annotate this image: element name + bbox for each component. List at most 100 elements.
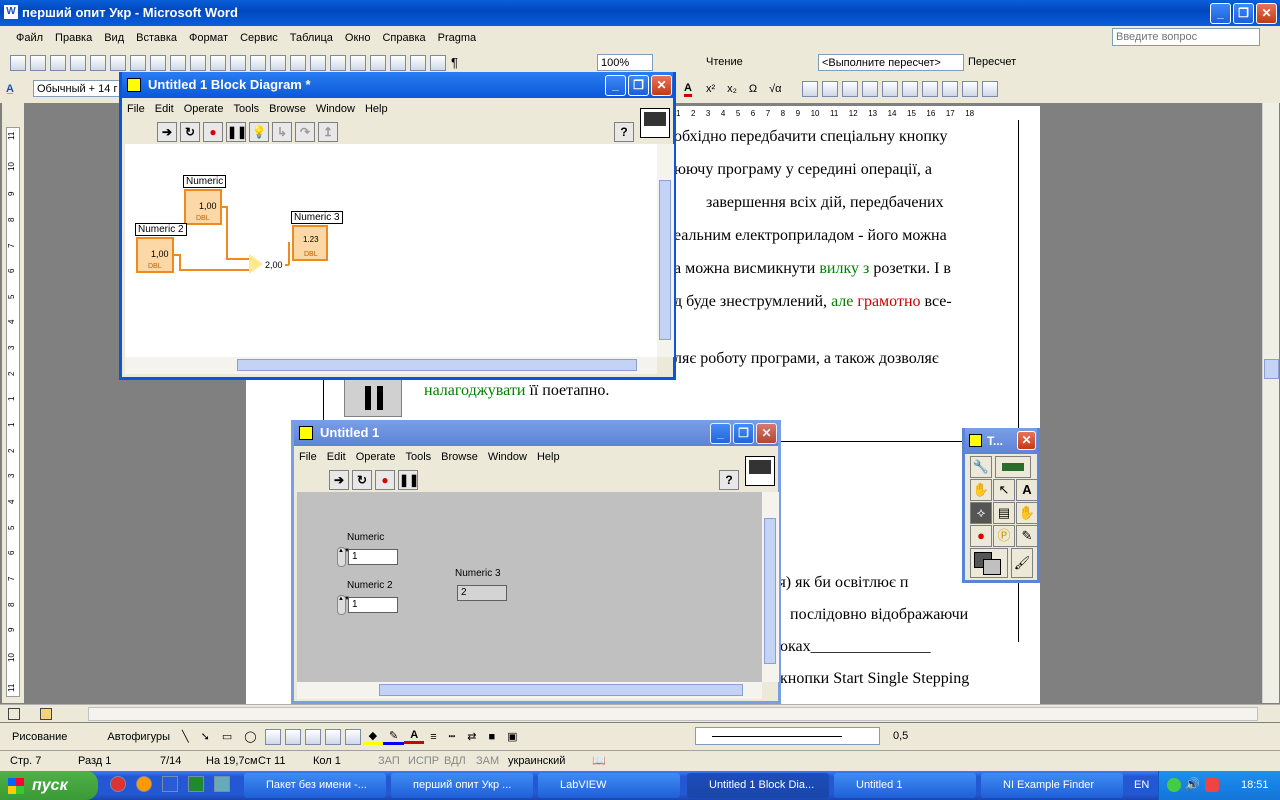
- compress-icon[interactable]: [941, 81, 958, 97]
- clipart-icon[interactable]: [324, 728, 341, 745]
- drawing-menu[interactable]: Рисование: [6, 731, 73, 743]
- fp-help-icon[interactable]: ?: [719, 470, 739, 490]
- spelling-icon[interactable]: [150, 54, 166, 71]
- menu-pragma[interactable]: Pragma: [432, 32, 483, 44]
- bd-menu-file[interactable]: File: [122, 103, 150, 115]
- task-labview[interactable]: LabVIEW: [538, 773, 680, 798]
- fp-menu-operate[interactable]: Operate: [351, 451, 401, 463]
- wire[interactable]: [226, 206, 228, 258]
- fp-numeric-stepper[interactable]: ▲▼: [337, 547, 350, 567]
- desktop-icon[interactable]: [214, 776, 230, 792]
- rectangle-icon[interactable]: ▭: [216, 730, 238, 743]
- bd-menu-help[interactable]: Help: [360, 103, 393, 115]
- line-width-select[interactable]: [695, 727, 880, 745]
- columns-icon[interactable]: [390, 54, 406, 71]
- dash-style-icon[interactable]: ┅: [443, 730, 462, 743]
- menu-help[interactable]: Справка: [376, 32, 431, 44]
- chart-icon[interactable]: [821, 81, 838, 97]
- fp-minimize-button[interactable]: _: [710, 423, 731, 444]
- textbox-draw-icon[interactable]: [264, 728, 281, 745]
- bd-menu-tools[interactable]: Tools: [228, 103, 264, 115]
- reset-icon[interactable]: [981, 81, 998, 97]
- copy-icon[interactable]: [210, 54, 226, 71]
- status-trk[interactable]: ИСПР: [408, 751, 439, 771]
- highlight-execution-icon[interactable]: 💡: [249, 122, 269, 142]
- fp-canvas[interactable]: Numeric ▲▼ 1 Numeric 2 ▲▼ 1 Numeric 3 2: [297, 492, 762, 682]
- email-icon[interactable]: [90, 54, 106, 71]
- bd-vertical-scrollbar[interactable]: [657, 144, 674, 357]
- fp-horizontal-scrollbar[interactable]: [297, 682, 762, 699]
- research-icon[interactable]: [170, 54, 186, 71]
- tables-icon[interactable]: [330, 54, 346, 71]
- media-player-icon[interactable]: [136, 776, 152, 792]
- preview-icon[interactable]: [130, 54, 146, 71]
- menu-view[interactable]: Вид: [98, 32, 130, 44]
- word-icon[interactable]: [162, 776, 178, 792]
- close-button[interactable]: ✕: [1256, 3, 1277, 24]
- line-style-draw-icon[interactable]: ≡: [424, 731, 442, 743]
- bd-close-button[interactable]: ✕: [651, 75, 672, 96]
- style-select[interactable]: Обычный + 14 г: [33, 80, 121, 97]
- color-swatch-icon[interactable]: [970, 548, 1008, 578]
- bd-help-icon[interactable]: ?: [614, 122, 634, 142]
- new-icon[interactable]: [10, 54, 26, 71]
- 3d-icon[interactable]: ▣: [501, 730, 523, 743]
- menu-file[interactable]: Файл: [10, 32, 49, 44]
- task-block-diagram[interactable]: Untitled 1 Block Dia...: [687, 773, 829, 798]
- fp-close-button[interactable]: ✕: [756, 423, 777, 444]
- fp-menu-file[interactable]: File: [294, 451, 322, 463]
- undo-icon[interactable]: [270, 54, 286, 71]
- font-color-icon[interactable]: A: [684, 82, 692, 97]
- styles-icon[interactable]: A̲: [0, 83, 20, 95]
- subscript-icon[interactable]: x₂: [727, 83, 737, 95]
- insert-picture-icon[interactable]: [344, 728, 361, 745]
- wire[interactable]: [179, 254, 181, 270]
- abort-icon[interactable]: ●: [203, 122, 223, 142]
- rotate-icon[interactable]: [901, 81, 918, 97]
- text-tool-icon[interactable]: A: [1016, 479, 1038, 501]
- fp-vertical-scrollbar[interactable]: [762, 492, 779, 682]
- numeric-label[interactable]: Numeric: [183, 175, 227, 188]
- fp-menu-browse[interactable]: Browse: [436, 451, 483, 463]
- status-ovr[interactable]: ЗАМ: [476, 751, 499, 771]
- recalc-dropdown[interactable]: <Выполните пересчет>: [818, 54, 964, 71]
- task-word-doc[interactable]: перший опит Укр ...: [391, 773, 533, 798]
- bd-menu-window[interactable]: Window: [311, 103, 360, 115]
- status-rec[interactable]: ЗАП: [378, 751, 400, 771]
- wiring-tool-icon[interactable]: ⟡: [970, 502, 992, 524]
- opera-icon[interactable]: [110, 776, 126, 792]
- vi-icon[interactable]: [640, 108, 670, 138]
- task-front-panel[interactable]: Untitled 1: [834, 773, 976, 798]
- format-painter-icon[interactable]: [250, 54, 266, 71]
- paste-icon[interactable]: [230, 54, 246, 71]
- diagram-icon[interactable]: [304, 728, 321, 745]
- menu-window[interactable]: Окно: [339, 32, 377, 44]
- fp-numeric2-stepper[interactable]: ▲▼: [337, 595, 350, 615]
- operate-tool-icon[interactable]: ✋: [970, 479, 992, 501]
- arrow-icon[interactable]: ➘: [195, 730, 216, 743]
- format-picture-icon[interactable]: [961, 81, 978, 97]
- open-icon[interactable]: [30, 54, 46, 71]
- shadow-icon[interactable]: ■: [482, 731, 501, 743]
- menu-format[interactable]: Формат: [183, 32, 234, 44]
- auto-select-led-icon[interactable]: [995, 456, 1031, 478]
- autoshapes-menu[interactable]: Автофигуры: [101, 731, 176, 743]
- print-layout-icon[interactable]: [40, 708, 52, 720]
- excel-quick-icon[interactable]: [188, 776, 204, 792]
- reading-button[interactable]: Чтение: [706, 56, 743, 68]
- fp-pause-icon[interactable]: ❚❚: [398, 470, 419, 490]
- start-button[interactable]: пуск: [0, 771, 98, 800]
- vertical-scrollbar[interactable]: [1262, 103, 1279, 703]
- horizontal-scrollbar[interactable]: [88, 707, 1258, 721]
- fp-run-continuously-icon[interactable]: ↻: [352, 470, 372, 490]
- numeric3-terminal[interactable]: 1.23 DBL: [292, 225, 328, 261]
- fp-menu-help[interactable]: Help: [532, 451, 565, 463]
- numeric2-terminal[interactable]: 1,00 DBL: [136, 237, 174, 273]
- menu-table[interactable]: Таблица: [284, 32, 339, 44]
- numeric3-label[interactable]: Numeric 3: [291, 211, 343, 224]
- task-example-finder[interactable]: NI Example Finder: [981, 773, 1123, 798]
- picture-icon[interactable]: [801, 81, 818, 97]
- step-out-icon[interactable]: ↥: [318, 122, 338, 142]
- oval-icon[interactable]: ◯: [238, 730, 262, 743]
- recalc-button[interactable]: Пересчет: [968, 56, 1016, 68]
